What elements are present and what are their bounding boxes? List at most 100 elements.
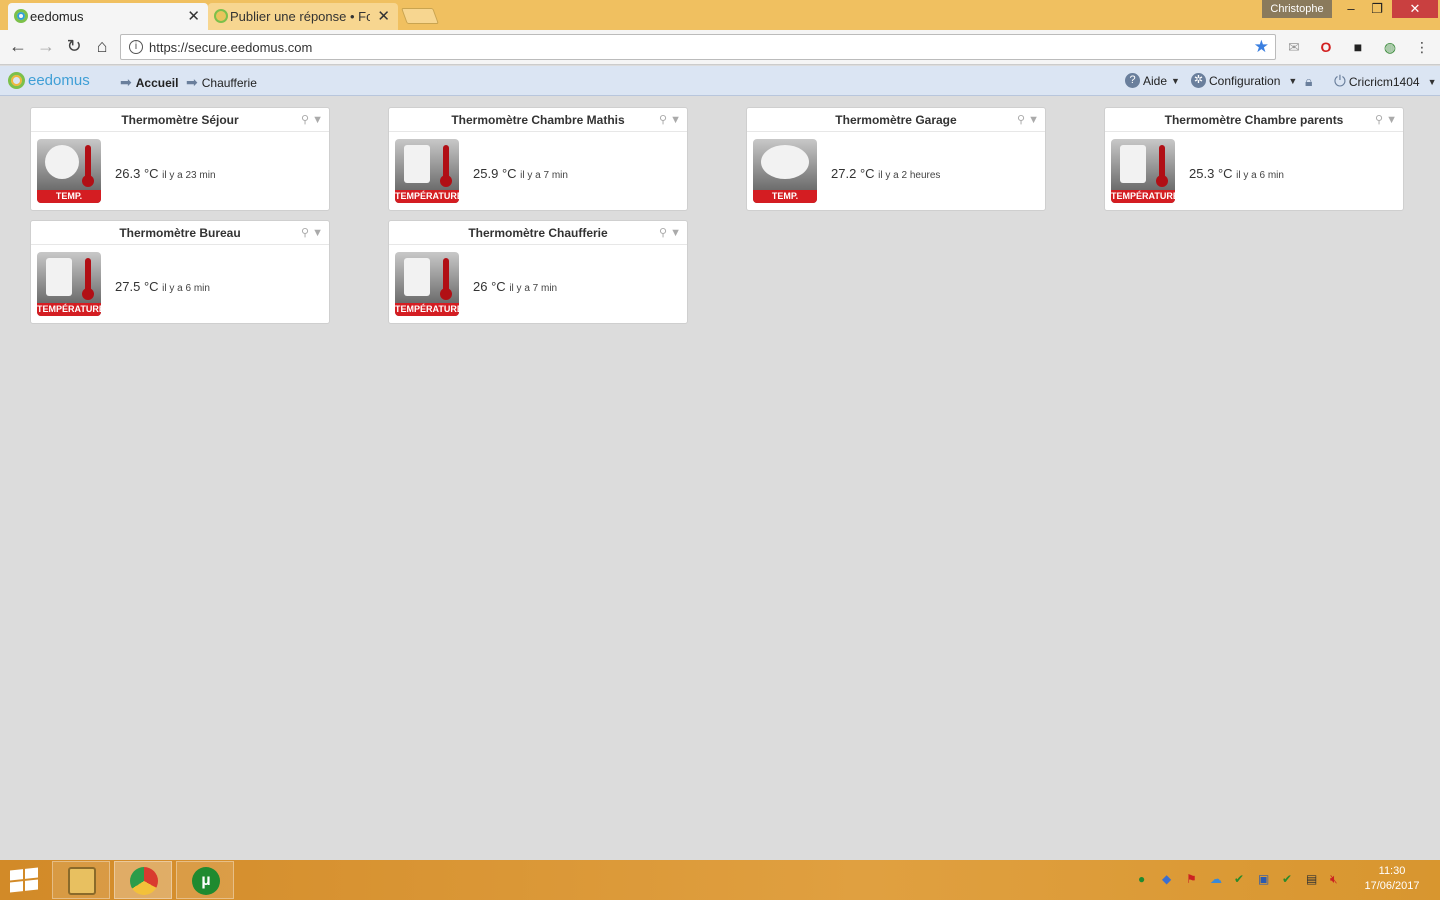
widget-tools[interactable]: ⚲ ▼ [659,108,681,132]
address-bar[interactable]: i https://secure.eedomus.com ★ [120,34,1276,60]
temperature-unit: °C [491,279,506,294]
widget-body: TEMPÉRATURE 25.9 °C il y a 7 min [389,132,687,210]
last-update: il y a 23 min [162,170,216,181]
caret-down-icon: ▼ [1171,75,1180,86]
breadcrumb-accueil[interactable]: ➡ Accueil [120,74,178,91]
restore-button[interactable]: ❐ [1364,0,1390,18]
dark-extension-icon[interactable]: ■ [1349,38,1367,56]
temperature-reading: 27.2 °C il y a 2 heures [831,166,940,181]
tab-eedomus[interactable]: eedomus ✕ [8,3,208,30]
tab-forum[interactable]: Publier une réponse • Fo ✕ [208,3,398,30]
eedomus-logo[interactable]: eedomus [8,72,90,89]
windows-taskbar: µ [0,860,1440,900]
widget-thermometer[interactable]: Thermomètre Chambre parents ⚲ ▼ TEMPÉRAT… [1104,107,1404,211]
lock-icon: 🔒︎ [1305,73,1313,89]
thermometer-bulb [82,175,94,187]
thermometer-device-icon[interactable]: TEMPÉRATURE [37,252,101,316]
thermometer-device-icon[interactable]: TEMPÉRATURE [395,139,459,203]
info-icon[interactable]: i [129,40,143,54]
mail-extension-icon[interactable]: ✉ [1285,38,1303,56]
chrome-icon [130,867,158,895]
cloud-tray-icon[interactable]: ☁ [1210,872,1222,886]
temperature-reading: 25.3 °C il y a 6 min [1189,166,1284,181]
thermometer-device-icon[interactable]: TEMP. [753,139,817,203]
start-pane [25,867,38,879]
last-update: il y a 6 min [1236,170,1284,181]
widget-thermometer[interactable]: Thermomètre Garage ⚲ ▼ TEMP. 27.2 °C il … [746,107,1046,211]
app-tray-icon[interactable]: ▣ [1258,872,1269,886]
help-label: Aide [1143,73,1168,88]
security-tray-icon[interactable]: ✔ [1282,872,1292,886]
utorrent-taskbar-button[interactable]: µ [176,861,234,899]
widget-body: TEMPÉRATURE 25.3 °C il y a 6 min [1105,132,1403,210]
flag-tray-icon[interactable]: ⚑ [1186,872,1197,886]
network-tray-icon[interactable]: ▤ [1306,872,1317,886]
taskbar-clock[interactable]: 11:30 17/06/2017 [1360,864,1424,894]
chrome-menu-icon[interactable]: ⋮ [1413,38,1431,56]
forum-favicon-icon [214,9,228,23]
chrome-taskbar-button[interactable] [114,861,172,899]
shield-tray-icon[interactable]: ◆ [1162,872,1171,886]
tab-label: Publier une réponse • Fo [230,9,370,24]
config-label: Configuration [1209,73,1281,88]
start-pane [10,869,23,881]
new-tab-button[interactable] [401,8,439,24]
minimize-button[interactable]: – [1338,0,1364,18]
globe-extension-icon[interactable]: ◍ [1381,38,1399,56]
temperature-unit: °C [143,279,159,294]
temperature-value: 27.5 [115,279,141,294]
eedomus-favicon-icon [14,9,28,23]
device-shape [404,145,430,183]
volume-muted-tray-icon[interactable]: 🔇︎ [1330,872,1338,887]
home-icon[interactable]: ⌂ [92,36,112,57]
logo-text: eedomus [28,72,90,89]
temperature-reading: 25.9 °C il y a 7 min [473,166,568,181]
url-text[interactable]: https://secure.eedomus.com [149,40,312,55]
device-badge: TEMP. [37,190,101,203]
help-menu[interactable]: ? Aide ▼ [1125,73,1180,88]
back-arrow-icon[interactable]: ← [8,36,28,57]
widget-title: Thermomètre Chambre Mathis ⚲ ▼ [389,108,687,132]
widget-tools[interactable]: ⚲ ▼ [659,221,681,245]
bookmark-star-icon[interactable]: ★ [1254,37,1269,57]
opera-extension-icon[interactable]: O [1317,38,1335,56]
forward-arrow-icon[interactable]: → [36,36,56,57]
lock-button[interactable]: 🔒︎ [1305,73,1312,90]
logo-ring-icon [8,72,25,89]
widget-title: Thermomètre Bureau ⚲ ▼ [31,221,329,245]
breadcrumb-label[interactable]: Accueil [136,76,179,90]
close-icon[interactable]: ✕ [377,7,390,25]
utorrent-tray-icon[interactable]: ● [1138,872,1145,886]
arrow-right-icon: ➡ [186,74,198,90]
widget-thermometer[interactable]: Thermomètre Chambre Mathis ⚲ ▼ TEMPÉRATU… [388,107,688,211]
profile-name-badge[interactable]: Christophe [1262,0,1332,18]
window-close-button[interactable]: ✕ [1392,0,1438,18]
widget-thermometer[interactable]: Thermomètre Séjour ⚲ ▼ TEMP. 26.3 °C il … [30,107,330,211]
widget-tools[interactable]: ⚲ ▼ [301,221,323,245]
widget-title-text: Thermomètre Garage [835,113,957,127]
browser-titlebar: eedomus ✕ Publier une réponse • Fo ✕ Chr… [0,0,1440,30]
config-menu[interactable]: ✲ Configuration ▼ [1191,73,1297,88]
arrow-right-icon: ➡ [120,74,132,90]
widget-tools[interactable]: ⚲ ▼ [1017,108,1039,132]
temperature-unit: °C [1217,166,1233,181]
breadcrumb-label[interactable]: Chaufferie [202,76,257,90]
widget-title-text: Thermomètre Bureau [119,226,241,240]
windows-start-icon[interactable] [10,867,38,893]
app-navbar: eedomus ➡ Accueil ➡ Chaufferie ? Aide ▼ … [0,66,1440,96]
close-icon[interactable]: ✕ [187,7,200,25]
thermometer-device-icon[interactable]: TEMPÉRATURE [1111,139,1175,203]
widget-thermometer[interactable]: Thermomètre Bureau ⚲ ▼ TEMPÉRATURE 27.5 … [30,220,330,324]
start-pane [10,881,23,893]
user-label: Cricricm1404 [1348,74,1420,89]
thermometer-device-icon[interactable]: TEMP. [37,139,101,203]
widget-tools[interactable]: ⚲ ▼ [301,108,323,132]
breadcrumb-chaufferie[interactable]: ➡ Chaufferie [186,74,257,91]
file-explorer-taskbar-button[interactable] [52,861,110,899]
widget-thermometer[interactable]: Thermomètre Chaufferie ⚲ ▼ TEMPÉRATURE 2… [388,220,688,324]
check-tray-icon[interactable]: ✔ [1234,872,1244,886]
reload-icon[interactable]: ↻ [64,36,84,57]
thermometer-device-icon[interactable]: TEMPÉRATURE [395,252,459,316]
user-menu[interactable]: ⏻ Cricricm1404 ▼ [1334,73,1436,90]
widget-tools[interactable]: ⚲ ▼ [1375,108,1397,132]
